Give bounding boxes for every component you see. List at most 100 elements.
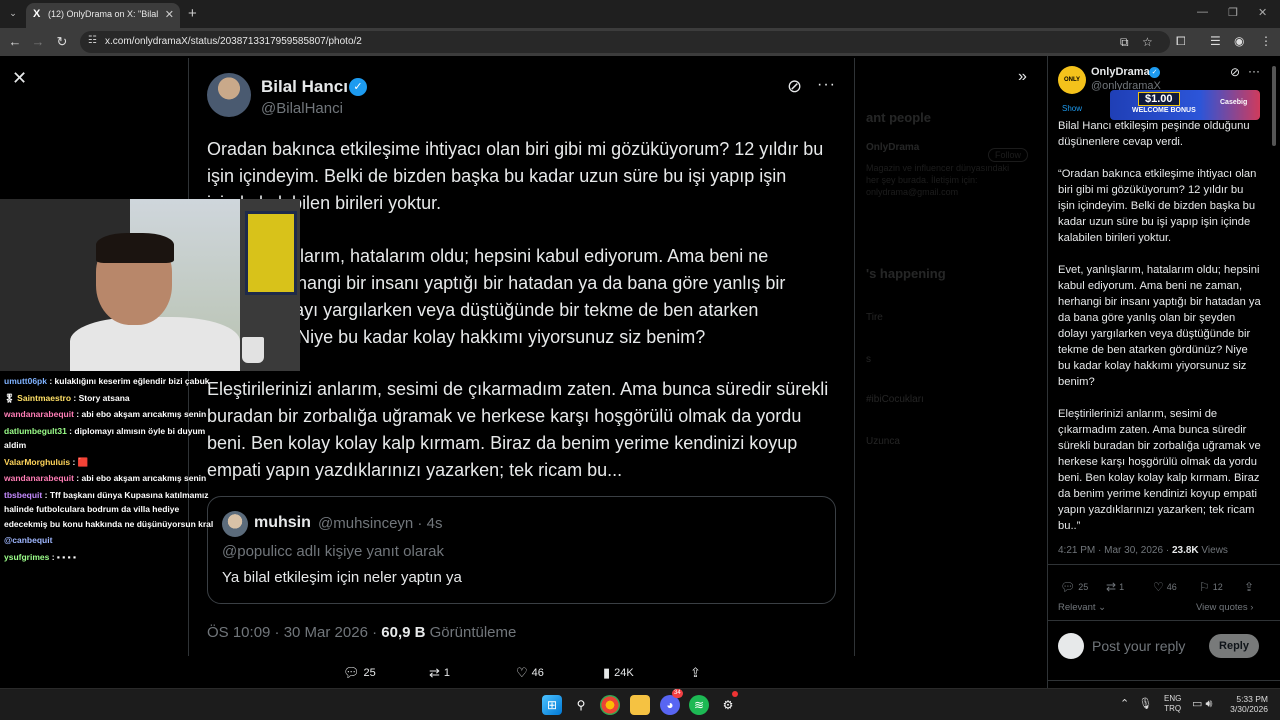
input-language[interactable]: ENG TRQ — [1164, 694, 1181, 714]
browser-toolbar: ← → ↻ ☷ x.com/onlydramaX/status/20387133… — [0, 28, 1280, 56]
minimize-button[interactable]: — — [1197, 6, 1208, 18]
settings-icon[interactable]: ⚙ — [718, 691, 738, 715]
author-name[interactable]: OnlyDrama — [1091, 66, 1150, 78]
discord-icon[interactable]: ◕ 34 — [660, 689, 683, 715]
close-tab-icon[interactable]: ✕ — [165, 8, 174, 21]
photo-author-handle: @BilalHanci — [261, 100, 343, 117]
clock-date: 3/30/2026 — [1230, 704, 1268, 714]
tweet-paragraph: Bilal Hancı etkileşim peşinde olduğunu d… — [1058, 120, 1250, 148]
file-explorer-icon[interactable] — [630, 695, 650, 715]
repost-button[interactable]: ⇄ 1 — [1106, 580, 1124, 594]
grok-icon[interactable]: ⊘ — [1230, 65, 1240, 79]
scrollbar[interactable] — [1272, 66, 1276, 146]
bg-heading: ant people — [866, 110, 932, 125]
expand-sidebar-icon[interactable]: » — [1018, 68, 1027, 86]
analytics-icon: ▮ — [603, 665, 611, 680]
chat-username[interactable]: tbsbequit — [4, 490, 42, 500]
notification-dot — [732, 691, 738, 697]
address-bar[interactable]: ☷ x.com/onlydramaX/status/20387133179595… — [80, 31, 1170, 53]
chat-username[interactable]: ValarMorghuluis — [4, 457, 70, 467]
browser-tab-bar: ⌄ X (12) OnlyDrama on X: "Bilal Hanc ✕ +… — [0, 0, 1280, 28]
like-button[interactable]: ♡ 46 — [1153, 580, 1177, 594]
install-app-icon[interactable]: ⧉ — [1120, 35, 1129, 50]
reload-button[interactable]: ↻ — [53, 33, 71, 51]
view-quotes-link[interactable]: View quotes › — [1196, 602, 1253, 613]
clock[interactable]: 5:33 PM 3/30/2026 — [1228, 694, 1268, 714]
sort-dropdown[interactable]: Relevant ⌄ — [1058, 602, 1106, 613]
chat-username[interactable]: ysufgrimes — [4, 552, 49, 562]
site-info-icon[interactable]: ☷ — [88, 35, 97, 46]
reply-submit-button[interactable]: Reply — [1209, 634, 1259, 658]
chat-username[interactable]: @canbequit — [4, 535, 52, 545]
show-link[interactable]: Show — [1062, 104, 1082, 113]
search-icon[interactable]: ⚲ — [571, 695, 591, 715]
onlydrama-avatar[interactable]: ONLY DRAMA — [1058, 66, 1086, 111]
browser-tab[interactable]: X (12) OnlyDrama on X: "Bilal Hanc ✕ — [26, 3, 180, 28]
new-tab-button[interactable]: + — [188, 5, 197, 22]
chrome-icon[interactable] — [600, 695, 620, 715]
x-logo-icon: X — [33, 8, 41, 20]
network-volume-icons[interactable]: ▭ 🔊︎ — [1192, 697, 1212, 711]
chat-username[interactable]: wandanarabequit — [4, 409, 74, 419]
like-count: 46 — [531, 667, 544, 679]
bookmark-star-icon[interactable]: ☆ — [1142, 35, 1153, 49]
reply-icon: 💬︎ — [1060, 580, 1076, 594]
extensions-icon[interactable]: ⧠ — [1176, 34, 1186, 49]
repost-button[interactable]: ⇄ 1 — [429, 665, 450, 681]
reply-count: 25 — [1078, 582, 1089, 592]
chat-message: umutt06pk : kulaklığını keserim eğlendir… — [4, 376, 210, 386]
discord-badge: 34 — [672, 689, 683, 698]
webcam-cup — [242, 337, 264, 363]
chat-text: ▪ ▪ ▪ ▪ — [56, 551, 77, 562]
reading-list-icon[interactable]: ☰ — [1210, 34, 1221, 48]
chat-username[interactable]: datlumbegult31 — [4, 426, 67, 436]
tweet-meta: 4:21 PM · Mar 30, 2026 · 23.8K Views — [1058, 545, 1228, 556]
tray-overflow-icon[interactable]: ⌃ 🎙︎ — [1120, 697, 1152, 710]
close-photo-icon[interactable]: ✕ — [12, 68, 27, 89]
photo-author-name: Bilal Hancı — [261, 77, 348, 96]
bookmark-count: 12 — [1212, 582, 1223, 592]
spotify-icon[interactable]: ≋ — [689, 695, 709, 715]
profile-avatar[interactable]: ◉ — [1234, 34, 1244, 48]
share-button[interactable]: ⇪ — [1244, 580, 1257, 594]
reply-button[interactable]: 💬︎ 25 — [343, 665, 376, 681]
reply-input[interactable]: Post your reply — [1092, 638, 1185, 654]
like-button[interactable]: ♡ 46 — [516, 665, 544, 681]
tab-search-button[interactable]: ⌄ — [5, 5, 21, 21]
quote-author-name: muhsin — [254, 514, 311, 531]
webcam-hair — [96, 233, 174, 263]
photo-avatar — [207, 73, 251, 117]
more-icon[interactable]: ··· — [1248, 64, 1260, 78]
chat-username[interactable]: Saintmaestro — [17, 393, 71, 403]
tab-title: (12) OnlyDrama on X: "Bilal Hanc — [48, 9, 160, 19]
maximize-button[interactable]: ❐ — [1228, 6, 1238, 19]
quote-replying-to: @populicc adlı kişiye yanıt olarak — [222, 543, 444, 560]
streamer-webcam — [0, 199, 300, 371]
tweet-detail-column: ONLY DRAMA OnlyDrama ✓ @onlydramaX ⊘ ···… — [1047, 56, 1280, 688]
quote-text: Ya bilal etkileşim için neler yaptın ya — [222, 569, 462, 586]
forward-button[interactable]: → — [29, 33, 47, 51]
start-button[interactable]: ⊞ — [542, 695, 562, 715]
chat-username[interactable]: wandanarabequit — [4, 473, 74, 483]
view-quotes-label: View quotes — [1196, 602, 1248, 613]
back-button[interactable]: ← — [6, 33, 24, 51]
bookmark-button[interactable]: ⚐ 12 — [1199, 580, 1223, 594]
chat-message: tbsbequit : Tff başkanı dünya Kupasına k… — [4, 489, 214, 529]
views-button[interactable]: ▮ 24K — [603, 665, 634, 681]
chat-message: 🎖 Saintmaestro : Story atsana — [4, 392, 130, 403]
browser-menu-icon[interactable]: ⋮ — [1260, 34, 1272, 48]
chat-username[interactable]: umutt06pk — [4, 376, 47, 386]
window-close-button[interactable]: ✕ — [1258, 6, 1267, 19]
bg-trend: Tire — [866, 312, 883, 323]
chat-text: Story atsana — [78, 392, 130, 403]
share-button[interactable]: ⇪ — [690, 665, 705, 681]
quote-avatar — [222, 511, 248, 537]
tweet-body: Bilal Hancı etkileşim peşinde olduğunu d… — [1058, 118, 1263, 550]
reply-button[interactable]: 💬︎ 25 — [1060, 580, 1088, 594]
lang-bottom: TRQ — [1164, 704, 1182, 713]
stream-chat: umutt06pk : kulaklığını keserim eğlendir… — [4, 374, 219, 566]
webcam-hoodie — [70, 317, 240, 371]
heart-icon: ♡ — [1153, 580, 1164, 594]
tweet-timestamp[interactable]: 4:21 PM · Mar 30, 2026 · — [1058, 545, 1172, 556]
chat-message: wandanarabequit : abi ebo akşam arıcakmı… — [4, 473, 207, 483]
